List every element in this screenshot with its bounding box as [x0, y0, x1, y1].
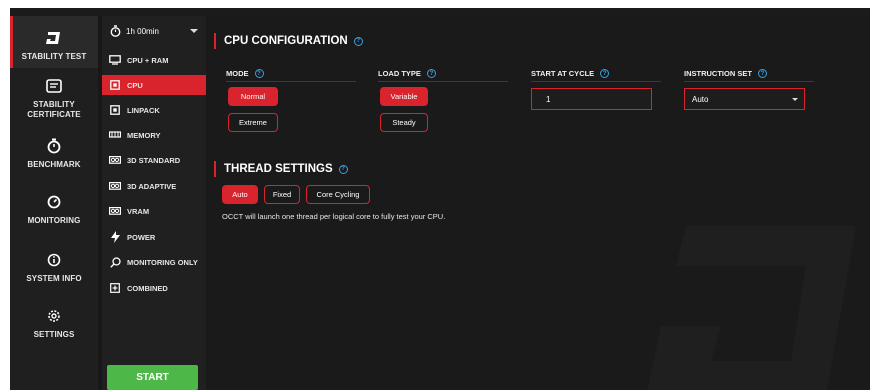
gpu-icon	[109, 181, 121, 191]
gpu-icon	[109, 155, 121, 165]
cpu-configuration-heading: CPU CONFIGURATION ?	[214, 33, 363, 49]
memory-icon	[109, 130, 121, 140]
app-window: STABILITY TEST STABILITY CERTIFICATE BEN…	[10, 16, 870, 390]
certificate-icon	[44, 76, 64, 96]
load-type-label: LOAD TYPE	[378, 69, 421, 78]
help-icon[interactable]: ?	[757, 69, 767, 78]
heading-text: CPU CONFIGURATION	[224, 35, 348, 47]
thread-auto-button[interactable]: Auto	[222, 185, 258, 204]
test-label: LINPACK	[127, 105, 160, 115]
nav-item-settings[interactable]: SETTINGS	[10, 306, 98, 346]
test-label: CPU + RAM	[127, 55, 169, 65]
nav-label: STABILITY TEST	[21, 52, 87, 61]
test-label: VRAM	[127, 206, 150, 216]
load-type-header: LOAD TYPE ?	[378, 69, 436, 78]
divider	[531, 81, 661, 82]
test-item-linpack[interactable]: LINPACK	[102, 100, 206, 120]
test-label: COMBINED	[127, 283, 168, 293]
duration-dropdown[interactable]: 1h 00min	[102, 16, 206, 46]
chevron-down-icon	[190, 29, 198, 33]
nav-label: SYSTEM INFO	[26, 274, 82, 283]
info-icon	[44, 250, 64, 270]
divider	[226, 81, 356, 82]
search-icon	[109, 256, 121, 268]
stopwatch-icon	[110, 25, 122, 37]
nav-label: STABILITY CERTIFICATE	[27, 100, 81, 119]
thread-settings-heading: THREAD SETTINGS ?	[214, 161, 348, 177]
cpu-icon	[109, 80, 121, 90]
test-label: POWER	[127, 232, 156, 242]
gpu-icon	[109, 206, 121, 216]
test-item-cpu-ram[interactable]: CPU + RAM	[102, 50, 206, 70]
test-label: 3D STANDARD	[127, 155, 181, 165]
mode-header: MODE ?	[226, 69, 264, 78]
nav-item-stability-certificate[interactable]: STABILITY CERTIFICATE	[10, 76, 98, 126]
nav-item-benchmark[interactable]: BENCHMARK	[10, 136, 98, 176]
test-item-vram[interactable]: VRAM	[102, 201, 206, 221]
nav-item-system-info[interactable]: SYSTEM INFO	[10, 250, 98, 290]
occt-logo-icon	[44, 28, 64, 48]
test-label: 3D ADAPTIVE	[127, 181, 177, 191]
thread-core-cycling-button[interactable]: Core Cycling	[306, 185, 370, 204]
test-label: CPU	[127, 80, 143, 90]
instruction-set-select[interactable]: Auto	[684, 88, 805, 110]
monitor-icon	[109, 55, 121, 65]
help-icon[interactable]: ?	[600, 69, 610, 78]
start-cycle-input[interactable]: 1	[531, 88, 652, 110]
config-panel: CPU CONFIGURATION ? MODE ? LOAD TYPE ? S…	[206, 16, 870, 390]
test-item-3d-adaptive[interactable]: 3D ADAPTIVE	[102, 176, 206, 196]
lightning-icon	[109, 231, 121, 243]
test-item-cpu[interactable]: CPU	[102, 75, 206, 95]
heading-accent	[214, 161, 216, 177]
load-variable-button[interactable]: Variable	[380, 87, 428, 106]
test-item-combined[interactable]: COMBINED	[102, 278, 206, 298]
instruction-set-label: INSTRUCTION SET	[684, 69, 752, 78]
title-bar	[10, 8, 870, 16]
help-icon[interactable]: ?	[338, 164, 348, 174]
gauge-icon	[44, 192, 64, 212]
plus-box-icon	[109, 283, 121, 293]
test-list: 1h 00min CPU + RAM CPU LINPACK MEMORY 3D…	[102, 16, 206, 390]
mode-label: MODE	[226, 69, 249, 78]
stopwatch-icon	[44, 136, 64, 156]
help-icon[interactable]: ?	[426, 69, 436, 78]
occt-watermark-icon	[647, 226, 856, 390]
instruction-set-header: INSTRUCTION SET ?	[684, 69, 767, 78]
mode-normal-button[interactable]: Normal	[228, 87, 278, 106]
test-item-power[interactable]: POWER	[102, 227, 206, 247]
start-cycle-label: START AT CYCLE	[531, 69, 595, 78]
heading-accent	[214, 33, 216, 49]
nav-label: BENCHMARK	[27, 160, 81, 169]
duration-value: 1h 00min	[126, 26, 159, 36]
thread-fixed-button[interactable]: Fixed	[264, 185, 300, 204]
cpu-icon	[109, 105, 121, 115]
nav-item-monitoring[interactable]: MONITORING	[10, 192, 98, 232]
mode-extreme-button[interactable]: Extreme	[228, 113, 278, 132]
test-label: MEMORY	[127, 130, 161, 140]
help-icon[interactable]: ?	[254, 69, 264, 78]
test-item-memory[interactable]: MEMORY	[102, 125, 206, 145]
instruction-set-value: Auto	[692, 94, 709, 104]
gear-icon	[44, 306, 64, 326]
divider	[378, 81, 508, 82]
start-cycle-header: START AT CYCLE ?	[531, 69, 610, 78]
test-item-3d-standard[interactable]: 3D STANDARD	[102, 150, 206, 170]
start-button[interactable]: START	[107, 365, 198, 390]
help-icon[interactable]: ?	[353, 36, 363, 46]
nav-item-stability-test[interactable]: STABILITY TEST	[10, 16, 98, 68]
chevron-down-icon	[792, 98, 798, 101]
load-steady-button[interactable]: Steady	[380, 113, 428, 132]
test-label: MONITORING ONLY	[127, 257, 198, 267]
nav-label: SETTINGS	[33, 330, 75, 339]
heading-text: THREAD SETTINGS	[224, 163, 333, 175]
test-item-monitoring-only[interactable]: MONITORING ONLY	[102, 252, 206, 272]
nav-label: MONITORING	[27, 216, 81, 225]
thread-description: OCCT will launch one thread per logical …	[222, 212, 446, 221]
main-nav: STABILITY TEST STABILITY CERTIFICATE BEN…	[10, 16, 98, 390]
divider	[684, 81, 814, 82]
